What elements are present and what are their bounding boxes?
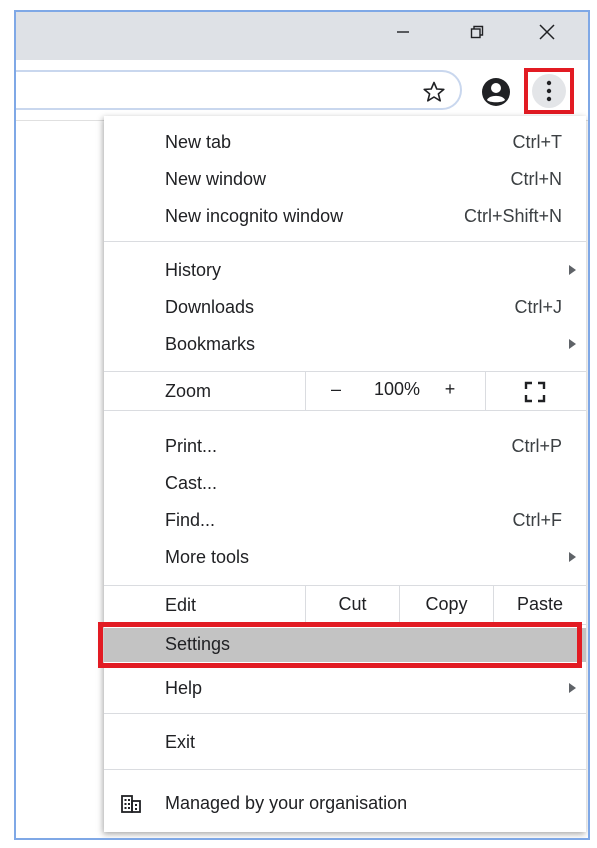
menu-item-new-tab[interactable]: New tab Ctrl+T [104, 124, 586, 161]
menu-item-history[interactable]: History [104, 252, 586, 289]
profile-button[interactable] [481, 77, 511, 107]
browser-toolbar [16, 60, 588, 120]
cut-button[interactable]: Cut [306, 594, 399, 615]
menu-separator [104, 410, 586, 411]
menu-item-print[interactable]: Print... Ctrl+P [104, 428, 586, 465]
submenu-arrow-icon [569, 683, 576, 693]
menu-item-new-incognito-window[interactable]: New incognito window Ctrl+Shift+N [104, 198, 586, 235]
bookmark-button[interactable] [420, 78, 448, 106]
menu-item-label: New window [165, 169, 267, 189]
menu-separator [104, 769, 586, 770]
restore-button[interactable] [448, 12, 506, 52]
menu-item-label: Help [165, 678, 203, 698]
menu-item-label: Find... [165, 510, 216, 530]
zoom-divider [485, 372, 486, 410]
menu-item-shortcut: Ctrl+J [514, 297, 562, 317]
menu-item-managed[interactable]: Managed by your organisation [104, 785, 586, 822]
minimize-icon [397, 31, 409, 33]
zoom-label: Zoom [165, 381, 212, 401]
menu-item-more-tools[interactable]: More tools [104, 539, 586, 576]
menu-separator [104, 713, 586, 714]
menu-item-shortcut: Ctrl+T [512, 132, 563, 152]
menu-item-find[interactable]: Find... Ctrl+F [104, 502, 586, 539]
zoom-divider [305, 372, 306, 410]
paste-button[interactable]: Paste [494, 594, 586, 615]
zoom-in-button[interactable]: + [440, 379, 460, 400]
title-bar [16, 12, 588, 60]
fullscreen-icon[interactable] [524, 381, 546, 403]
address-bar[interactable] [16, 70, 462, 110]
menu-item-label: New incognito window [165, 206, 344, 226]
restore-icon [470, 25, 484, 39]
submenu-arrow-icon [569, 339, 576, 349]
close-button[interactable] [518, 12, 576, 52]
menu-item-label: More tools [165, 547, 250, 567]
menu-item-exit[interactable]: Exit [104, 724, 586, 761]
menu-item-label: Bookmarks [165, 334, 256, 354]
close-icon [539, 24, 555, 40]
menu-item-label: Print... [165, 436, 218, 456]
submenu-arrow-icon [569, 265, 576, 275]
menu-item-label: Downloads [165, 297, 255, 317]
minimize-button[interactable] [374, 12, 432, 52]
menu-separator [104, 241, 586, 242]
zoom-level: 100% [373, 379, 421, 399]
menu-item-shortcut: Ctrl+N [510, 169, 562, 189]
edit-label: Edit [165, 595, 197, 615]
menu-item-shortcut: Ctrl+F [512, 510, 563, 530]
menu-item-cast[interactable]: Cast... [104, 465, 586, 502]
copy-button[interactable]: Copy [400, 594, 493, 615]
account-icon [482, 78, 510, 106]
edit-row: Edit Cut Copy Paste [104, 586, 586, 624]
menu-item-bookmarks[interactable]: Bookmarks [104, 326, 586, 363]
menu-item-label: New tab [165, 132, 232, 152]
menu-item-help[interactable]: Help [104, 670, 586, 707]
building-icon [121, 795, 141, 813]
settings-highlight-box [98, 622, 582, 668]
menu-item-label: Exit [165, 732, 196, 752]
menu-item-new-window[interactable]: New window Ctrl+N [104, 161, 586, 198]
menu-item-shortcut: Ctrl+P [511, 436, 562, 456]
zoom-row: Zoom – 100% + [104, 372, 586, 410]
chrome-menu: New tab Ctrl+T New window Ctrl+N New inc… [98, 116, 586, 832]
zoom-out-button[interactable]: – [326, 379, 346, 400]
submenu-arrow-icon [569, 552, 576, 562]
star-icon [423, 81, 445, 102]
menu-item-shortcut: Ctrl+Shift+N [463, 206, 562, 226]
menu-item-downloads[interactable]: Downloads Ctrl+J [104, 289, 586, 326]
menu-button-hover [532, 74, 566, 108]
menu-item-label: Managed by your organisation [165, 793, 408, 813]
three-dots-vertical-icon [546, 80, 552, 102]
menu-item-label: Cast... [165, 473, 218, 493]
chrome-menu-button[interactable] [524, 68, 574, 114]
browser-window: New tab Ctrl+T New window Ctrl+N New inc… [14, 10, 590, 840]
menu-item-label: History [165, 260, 222, 280]
